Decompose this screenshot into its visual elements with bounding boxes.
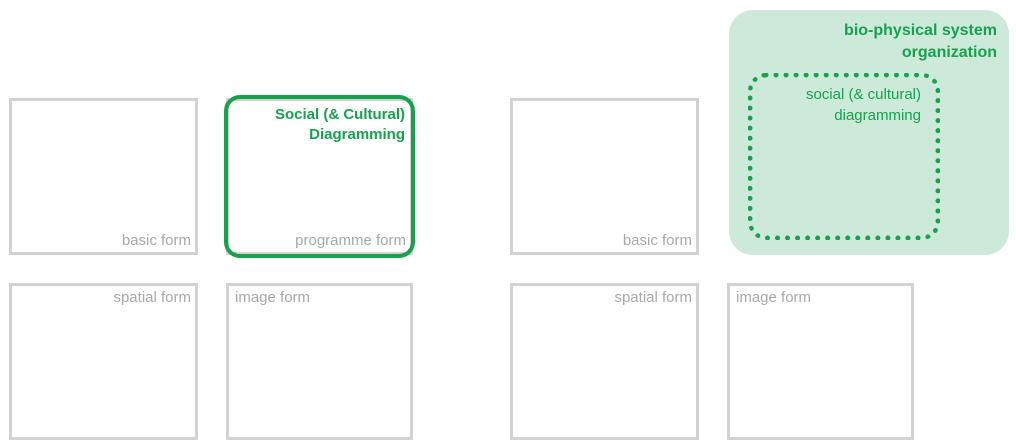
social-title-line-1: Social (& Cultural)	[274, 106, 405, 123]
social-diagramming-dotted-title: social (& cultural) diagramming	[806, 84, 921, 126]
social-title-line-2: Diagramming	[309, 126, 405, 143]
spatial-form-label-right: spatial form	[614, 289, 692, 306]
bio-title-line-2: organization	[901, 44, 997, 61]
social-diagramming-dotted-outline: social (& cultural) diagramming	[748, 73, 940, 240]
spatial-form-box-right: spatial form	[510, 283, 699, 440]
basic-form-box: basic form	[9, 98, 198, 255]
image-form-box-right: image form	[727, 283, 914, 440]
image-form-box: image form	[226, 283, 413, 440]
social-dotted-line-1: social (& cultural)	[805, 86, 921, 103]
bio-physical-system-title: bio-physical system organization	[844, 20, 997, 64]
image-form-label-right: image form	[736, 289, 812, 306]
basic-form-box-right: basic form	[510, 98, 699, 255]
basic-form-label-right: basic form	[622, 232, 692, 249]
social-diagramming-title: Social (& Cultural) Diagramming	[275, 105, 405, 145]
spatial-form-box: spatial form	[9, 283, 198, 440]
social-dotted-line-2: diagramming	[834, 107, 921, 124]
spatial-form-label: spatial form	[113, 289, 191, 306]
bio-title-line-1: bio-physical system	[844, 22, 997, 39]
image-form-label: image form	[235, 289, 311, 306]
basic-form-label: basic form	[121, 232, 191, 249]
social-diagramming-outline: Social (& Cultural) Diagramming	[224, 95, 415, 258]
